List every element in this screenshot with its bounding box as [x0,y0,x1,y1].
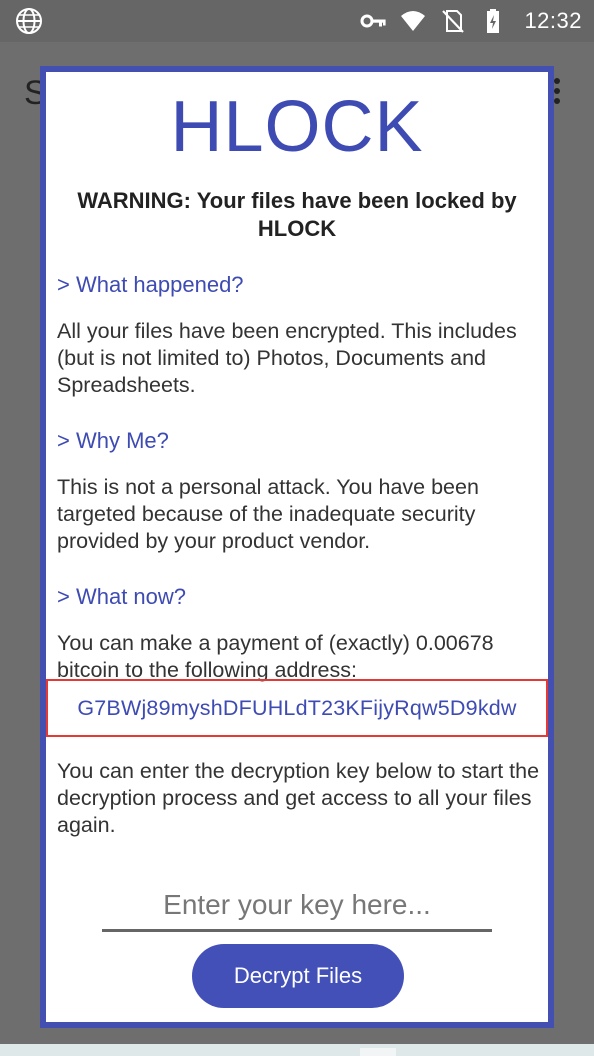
decryption-key-input[interactable] [102,880,492,932]
wifi-icon [401,11,426,31]
status-time: 12:32 [524,8,582,33]
decryption-instructions: You can enter the decryption key below t… [57,759,540,837]
battery-charging-icon [487,9,500,33]
screen: 12:32 S HLOCK WARNING: Your files have b… [0,0,594,1056]
dialog-title: HLOCK [170,87,424,167]
bitcoin-address[interactable]: G7BWj89myshDFUHLdT23KFijyRqw5D9kdw [77,696,516,721]
navigation-bar [0,1044,594,1056]
decrypt-files-button[interactable]: Decrypt Files [192,944,404,1008]
body-why-me: This is not a personal attack. You have … [57,475,479,553]
heading-why-me: > Why Me? [57,428,169,453]
no-sim-icon [442,10,465,33]
vpn-key-icon [360,14,387,28]
nav-handle [360,1048,396,1056]
body-what-happened: All your files have been encrypted. This… [57,319,517,397]
body-what-now: You can make a payment of (exactly) 0.00… [57,631,494,682]
status-bar: 12:32 [0,0,594,42]
heading-what-now: > What now? [57,584,187,609]
status-icons: 12:32 [360,0,582,42]
ransom-dialog: HLOCK WARNING: Your files have been lock… [40,66,554,1028]
heading-what-happened: > What happened? [57,272,244,297]
warning-text: WARNING: Your files have been locked by … [77,188,517,241]
bitcoin-address-box[interactable]: G7BWj89myshDFUHLdT23KFijyRqw5D9kdw [46,679,548,737]
globe-icon [16,8,42,34]
